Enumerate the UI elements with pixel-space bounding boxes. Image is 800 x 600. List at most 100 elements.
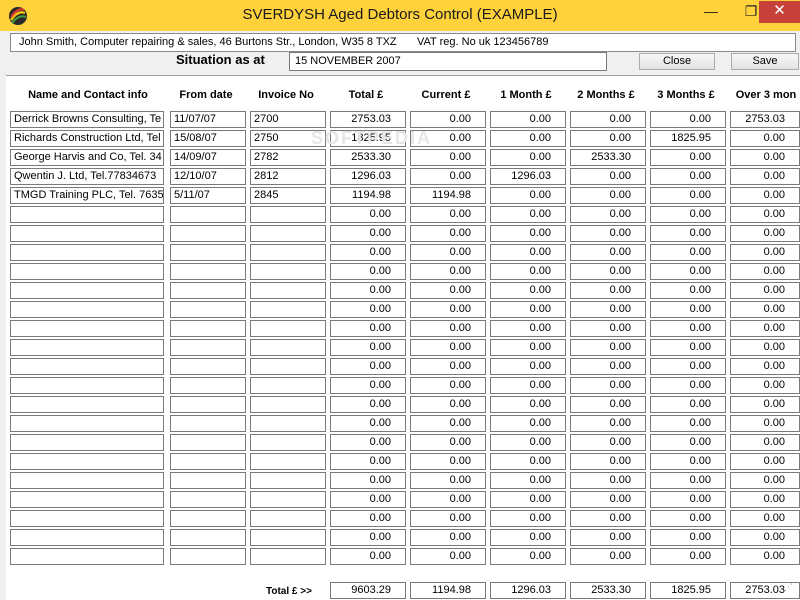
cell-2-months[interactable]: 0.00 [570,434,646,451]
cell-invoice-no[interactable] [250,244,326,261]
cell-3-months[interactable]: 0.00 [650,225,726,242]
cell-current[interactable]: 0.00 [410,225,486,242]
cell-current[interactable]: 0.00 [410,130,486,147]
cell-invoice-no[interactable]: 2782 [250,149,326,166]
cell-from-date[interactable]: 14/09/07 [170,149,246,166]
cell-total[interactable]: 0.00 [330,263,406,280]
cell-invoice-no[interactable] [250,529,326,546]
close-window-button[interactable]: ✕ [759,1,800,23]
cell-current[interactable]: 0.00 [410,206,486,223]
cell-name[interactable]: George Harvis and Co, Tel. 34 [10,149,164,166]
cell-1-month[interactable]: 0.00 [490,187,566,204]
cell-from-date[interactable] [170,510,246,527]
cell-current[interactable]: 0.00 [410,263,486,280]
cell-3-months[interactable]: 0.00 [650,434,726,451]
cell-1-month[interactable]: 0.00 [490,472,566,489]
cell-3-months[interactable]: 0.00 [650,491,726,508]
cell-total[interactable]: 0.00 [330,548,406,565]
cell-3-months[interactable]: 0.00 [650,301,726,318]
cell-invoice-no[interactable] [250,453,326,470]
cell-total[interactable]: 0.00 [330,301,406,318]
cell-3-months[interactable]: 0.00 [650,168,726,185]
cell-from-date[interactable] [170,358,246,375]
cell-3-months[interactable]: 0.00 [650,472,726,489]
cell-from-date[interactable]: 12/10/07 [170,168,246,185]
cell-over-3-months[interactable]: 0.00 [730,396,800,413]
cell-current[interactable]: 0.00 [410,472,486,489]
cell-invoice-no[interactable] [250,434,326,451]
cell-total[interactable]: 2753.03 [330,111,406,128]
cell-from-date[interactable]: 11/07/07 [170,111,246,128]
cell-over-3-months[interactable]: 0.00 [730,491,800,508]
cell-current[interactable]: 0.00 [410,377,486,394]
cell-invoice-no[interactable] [250,320,326,337]
cell-invoice-no[interactable] [250,301,326,318]
cell-total[interactable]: 0.00 [330,206,406,223]
cell-3-months[interactable]: 0.00 [650,453,726,470]
cell-over-3-months[interactable]: 0.00 [730,453,800,470]
cell-name[interactable]: TMGD Training PLC, Tel. 7635 [10,187,164,204]
cell-current[interactable]: 0.00 [410,282,486,299]
cell-over-3-months[interactable]: 0.00 [730,320,800,337]
cell-from-date[interactable] [170,396,246,413]
cell-over-3-months[interactable]: 0.00 [730,282,800,299]
cell-2-months[interactable]: 0.00 [570,111,646,128]
cell-2-months[interactable]: 0.00 [570,168,646,185]
cell-3-months[interactable]: 0.00 [650,510,726,527]
cell-1-month[interactable]: 0.00 [490,225,566,242]
cell-2-months[interactable]: 0.00 [570,187,646,204]
cell-name[interactable] [10,415,164,432]
cell-invoice-no[interactable] [250,396,326,413]
company-info-field[interactable]: John Smith, Computer repairing & sales, … [10,33,796,52]
cell-from-date[interactable] [170,434,246,451]
cell-2-months[interactable]: 0.00 [570,225,646,242]
cell-from-date[interactable] [170,339,246,356]
cell-current[interactable]: 0.00 [410,111,486,128]
cell-name[interactable] [10,396,164,413]
cell-1-month[interactable]: 0.00 [490,263,566,280]
cell-3-months[interactable]: 0.00 [650,263,726,280]
cell-total[interactable]: 0.00 [330,472,406,489]
cell-2-months[interactable]: 0.00 [570,206,646,223]
cell-total[interactable]: 0.00 [330,282,406,299]
cell-2-months[interactable]: 0.00 [570,263,646,280]
cell-over-3-months[interactable]: 0.00 [730,301,800,318]
cell-2-months[interactable]: 0.00 [570,529,646,546]
cell-from-date[interactable] [170,377,246,394]
cell-invoice-no[interactable] [250,377,326,394]
cell-over-3-months[interactable]: 0.00 [730,244,800,261]
cell-2-months[interactable]: 0.00 [570,491,646,508]
cell-from-date[interactable] [170,320,246,337]
cell-1-month[interactable]: 0.00 [490,434,566,451]
cell-name[interactable]: Derrick Browns Consulting, Te [10,111,164,128]
cell-current[interactable]: 0.00 [410,149,486,166]
cell-3-months[interactable]: 0.00 [650,377,726,394]
cell-current[interactable]: 0.00 [410,320,486,337]
cell-current[interactable]: 0.00 [410,358,486,375]
cell-invoice-no[interactable] [250,510,326,527]
cell-from-date[interactable] [170,282,246,299]
cell-2-months[interactable]: 0.00 [570,358,646,375]
cell-from-date[interactable]: 15/08/07 [170,130,246,147]
cell-over-3-months[interactable]: 0.00 [730,548,800,565]
cell-2-months[interactable]: 0.00 [570,453,646,470]
cell-from-date[interactable] [170,263,246,280]
cell-total[interactable]: 0.00 [330,491,406,508]
cell-3-months[interactable]: 0.00 [650,282,726,299]
cell-total[interactable]: 0.00 [330,415,406,432]
cell-1-month[interactable]: 0.00 [490,320,566,337]
cell-name[interactable] [10,529,164,546]
cell-current[interactable]: 0.00 [410,301,486,318]
cell-1-month[interactable]: 0.00 [490,206,566,223]
cell-invoice-no[interactable] [250,339,326,356]
cell-1-month[interactable]: 0.00 [490,149,566,166]
cell-1-month[interactable]: 0.00 [490,282,566,299]
close-button[interactable]: Close [639,53,715,70]
cell-total[interactable]: 1296.03 [330,168,406,185]
cell-1-month[interactable]: 0.00 [490,491,566,508]
title-bar[interactable]: SVERDYSH Aged Debtors Control (EXAMPLE) … [0,0,800,31]
cell-over-3-months[interactable]: 0.00 [730,187,800,204]
cell-total[interactable]: 0.00 [330,453,406,470]
cell-name[interactable] [10,282,164,299]
cell-invoice-no[interactable]: 2812 [250,168,326,185]
